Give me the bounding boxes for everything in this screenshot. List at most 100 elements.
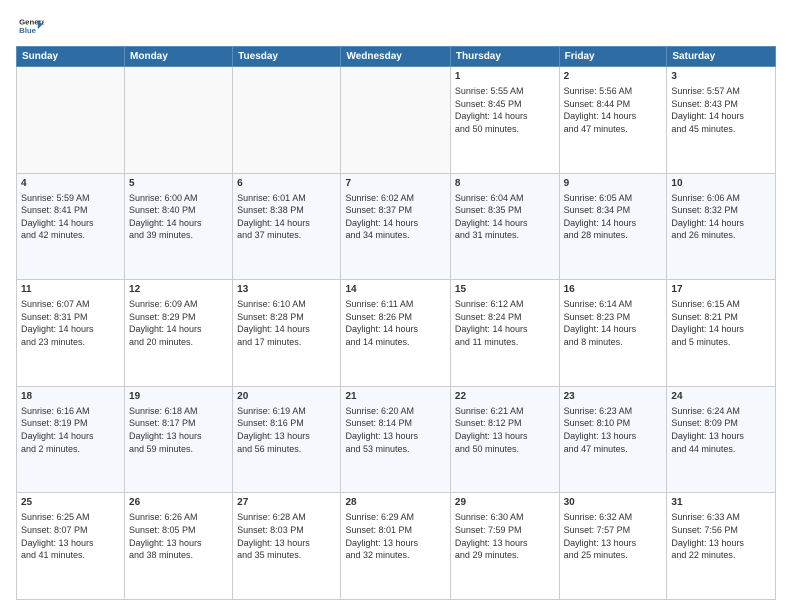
day-info: and 47 minutes. — [564, 123, 663, 136]
day-info: and 53 minutes. — [345, 443, 445, 456]
day-info: Sunrise: 6:15 AM — [671, 298, 771, 311]
calendar-day-header: Friday — [559, 47, 667, 67]
day-info: Sunset: 8:28 PM — [237, 311, 336, 324]
calendar-week-row: 4Sunrise: 5:59 AMSunset: 8:41 PM Daylight… — [17, 173, 776, 280]
day-info: Sunset: 8:16 PM — [237, 417, 336, 430]
day-info: Daylight: 14 hours — [345, 323, 445, 336]
day-info: Daylight: 14 hours — [455, 323, 555, 336]
calendar-day-cell — [341, 67, 450, 174]
calendar-day-cell: 7Sunrise: 6:02 AMSunset: 8:37 PMDaylight… — [341, 173, 450, 280]
day-info: and 38 minutes. — [129, 549, 228, 562]
calendar-header-row: SundayMondayTuesdayWednesdayThursdayFrid… — [17, 47, 776, 67]
day-info: Daylight: 14 hours — [564, 217, 663, 230]
day-info: Daylight: 13 hours — [564, 430, 663, 443]
day-number: 28 — [345, 496, 445, 510]
day-info: Sunrise: 6:07 AM — [21, 298, 120, 311]
day-number: 18 — [21, 390, 120, 404]
day-info: and 31 minutes. — [455, 229, 555, 242]
day-info: Sunset: 8:32 PM — [671, 204, 771, 217]
day-info: Sunset: 8:41 PM — [21, 204, 120, 217]
day-info: Daylight: 14 hours — [345, 217, 445, 230]
day-info: Sunset: 8:37 PM — [345, 204, 445, 217]
calendar-day-cell — [233, 67, 341, 174]
day-info: Sunset: 8:01 PM — [345, 524, 445, 537]
day-number: 8 — [455, 177, 555, 191]
day-info: and 8 minutes. — [564, 336, 663, 349]
day-info: Sunset: 8:29 PM — [129, 311, 228, 324]
day-info: Sunset: 8:35 PM — [455, 204, 555, 217]
day-info: and 32 minutes. — [345, 549, 445, 562]
day-number: 23 — [564, 390, 663, 404]
day-info: Daylight: 13 hours — [671, 430, 771, 443]
calendar-day-cell: 4Sunrise: 5:59 AMSunset: 8:41 PMDaylight… — [17, 173, 125, 280]
calendar-week-row: 18Sunrise: 6:16 AMSunset: 8:19 PMDayligh… — [17, 386, 776, 493]
day-info: Sunrise: 6:05 AM — [564, 192, 663, 205]
day-info: Sunrise: 6:09 AM — [129, 298, 228, 311]
day-info: and 45 minutes. — [671, 123, 771, 136]
day-info: Sunset: 7:56 PM — [671, 524, 771, 537]
day-number: 26 — [129, 496, 228, 510]
day-number: 4 — [21, 177, 120, 191]
calendar-day-cell: 28Sunrise: 6:29 AMSunset: 8:01 PMDayligh… — [341, 493, 450, 600]
calendar-day-cell: 13Sunrise: 6:10 AMSunset: 8:28 PMDayligh… — [233, 280, 341, 387]
day-info: and 35 minutes. — [237, 549, 336, 562]
day-info: Sunset: 8:40 PM — [129, 204, 228, 217]
day-info: and 42 minutes. — [21, 229, 120, 242]
day-info: Sunset: 8:14 PM — [345, 417, 445, 430]
calendar-day-header: Monday — [125, 47, 233, 67]
calendar-day-cell: 29Sunrise: 6:30 AMSunset: 7:59 PMDayligh… — [450, 493, 559, 600]
day-number: 16 — [564, 283, 663, 297]
calendar-day-cell: 16Sunrise: 6:14 AMSunset: 8:23 PMDayligh… — [559, 280, 667, 387]
day-info: and 26 minutes. — [671, 229, 771, 242]
day-info: Sunset: 8:45 PM — [455, 98, 555, 111]
calendar-day-cell: 2Sunrise: 5:56 AMSunset: 8:44 PMDaylight… — [559, 67, 667, 174]
day-info: Sunrise: 6:21 AM — [455, 405, 555, 418]
day-info: Daylight: 14 hours — [564, 110, 663, 123]
day-info: Sunrise: 6:32 AM — [564, 511, 663, 524]
day-info: Daylight: 14 hours — [237, 217, 336, 230]
day-info: Sunset: 8:38 PM — [237, 204, 336, 217]
day-info: Sunset: 8:05 PM — [129, 524, 228, 537]
day-number: 21 — [345, 390, 445, 404]
day-info: Sunrise: 5:56 AM — [564, 85, 663, 98]
day-number: 6 — [237, 177, 336, 191]
calendar-day-cell: 27Sunrise: 6:28 AMSunset: 8:03 PMDayligh… — [233, 493, 341, 600]
day-info: Sunrise: 6:10 AM — [237, 298, 336, 311]
calendar-day-cell: 23Sunrise: 6:23 AMSunset: 8:10 PMDayligh… — [559, 386, 667, 493]
calendar-day-cell: 20Sunrise: 6:19 AMSunset: 8:16 PMDayligh… — [233, 386, 341, 493]
calendar-day-cell — [125, 67, 233, 174]
day-info: Sunrise: 6:20 AM — [345, 405, 445, 418]
day-info: Sunset: 8:09 PM — [671, 417, 771, 430]
day-info: Sunset: 8:10 PM — [564, 417, 663, 430]
calendar-day-cell: 1Sunrise: 5:55 AMSunset: 8:45 PMDaylight… — [450, 67, 559, 174]
calendar-day-cell: 26Sunrise: 6:26 AMSunset: 8:05 PMDayligh… — [125, 493, 233, 600]
day-info: Daylight: 13 hours — [455, 537, 555, 550]
day-number: 5 — [129, 177, 228, 191]
day-number: 29 — [455, 496, 555, 510]
day-info: Daylight: 13 hours — [345, 430, 445, 443]
day-info: Daylight: 14 hours — [21, 430, 120, 443]
day-info: Sunrise: 6:02 AM — [345, 192, 445, 205]
day-number: 2 — [564, 70, 663, 84]
calendar-table: SundayMondayTuesdayWednesdayThursdayFrid… — [16, 46, 776, 600]
day-info: Sunrise: 6:16 AM — [21, 405, 120, 418]
day-number: 25 — [21, 496, 120, 510]
day-info: Sunrise: 6:30 AM — [455, 511, 555, 524]
day-number: 17 — [671, 283, 771, 297]
calendar-day-cell: 24Sunrise: 6:24 AMSunset: 8:09 PMDayligh… — [667, 386, 776, 493]
calendar-week-row: 11Sunrise: 6:07 AMSunset: 8:31 PMDayligh… — [17, 280, 776, 387]
day-info: and 59 minutes. — [129, 443, 228, 456]
day-info: Sunrise: 6:24 AM — [671, 405, 771, 418]
day-number: 12 — [129, 283, 228, 297]
day-info: Sunrise: 6:33 AM — [671, 511, 771, 524]
day-info: Daylight: 13 hours — [237, 430, 336, 443]
calendar-day-cell: 6Sunrise: 6:01 AMSunset: 8:38 PMDaylight… — [233, 173, 341, 280]
day-info: Sunrise: 5:59 AM — [21, 192, 120, 205]
day-info: and 44 minutes. — [671, 443, 771, 456]
day-info: Sunset: 8:43 PM — [671, 98, 771, 111]
calendar-day-cell: 5Sunrise: 6:00 AMSunset: 8:40 PMDaylight… — [125, 173, 233, 280]
day-info: Daylight: 14 hours — [671, 217, 771, 230]
calendar-day-cell: 18Sunrise: 6:16 AMSunset: 8:19 PMDayligh… — [17, 386, 125, 493]
day-info: Sunset: 8:17 PM — [129, 417, 228, 430]
day-info: Sunset: 7:57 PM — [564, 524, 663, 537]
